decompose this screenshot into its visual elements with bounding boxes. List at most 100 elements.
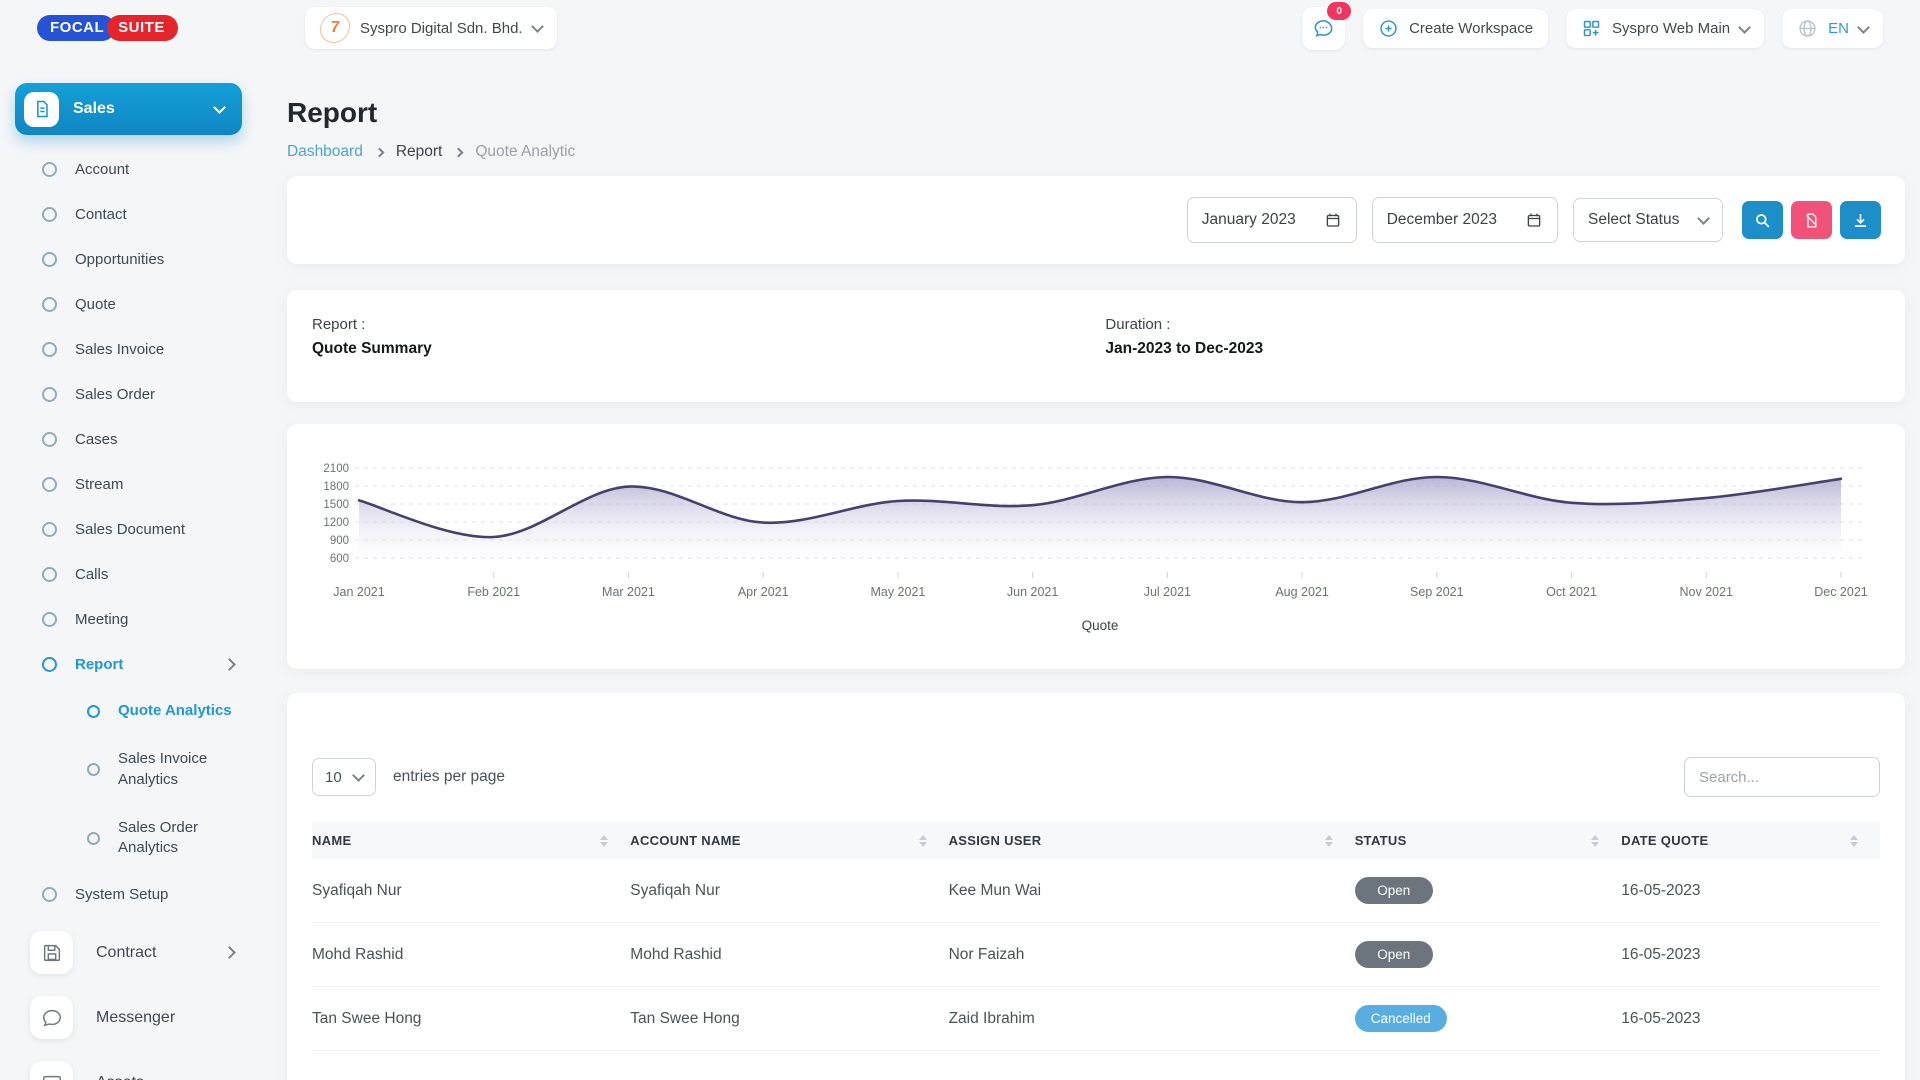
chevron-right-icon: [223, 658, 236, 671]
quote-area-chart: 6009001200150018002100Jan 2021Feb 2021Ma…: [301, 438, 1885, 663]
breadcrumb: Dashboard Report Quote Analytic: [287, 143, 1905, 161]
cell-date-quote: 16-05-2023: [1621, 923, 1880, 987]
column-header-name[interactable]: NAME: [312, 822, 630, 859]
status-badge: Cancelled: [1355, 1005, 1447, 1032]
contract-icon: [30, 931, 73, 974]
logo-suite: SUITE: [107, 15, 178, 41]
sidebar-item-label: Assets: [96, 1074, 144, 1080]
chevron-down-icon: [531, 20, 544, 33]
cell-account: Syafiqah Nur: [630, 859, 948, 923]
chevron-right-icon: [374, 147, 384, 157]
bullet-icon: [87, 832, 100, 845]
table-row[interactable]: Mohd Rashid Mohd Rashid Nor Faizah Open …: [312, 923, 1880, 987]
create-workspace-label: Create Workspace: [1409, 20, 1533, 37]
sidebar-item-label: Report: [75, 656, 123, 673]
sidebar: Sales Account Contact Opportunities Quot…: [0, 57, 262, 1080]
sidebar-item-system-setup[interactable]: System Setup: [15, 872, 262, 917]
chevron-down-icon: [213, 101, 226, 114]
sidebar-item-sales-order-analytics[interactable]: Sales Order Analytics: [15, 804, 262, 873]
sidebar-item-label: Quote: [75, 296, 116, 313]
entries-per-page-label: entries per page: [393, 768, 505, 786]
sort-icon: [919, 835, 927, 847]
svg-text:1800: 1800: [323, 481, 349, 493]
sidebar-item-assets[interactable]: Assets: [15, 1053, 262, 1080]
duration-value: Jan-2023 to Dec-2023: [1105, 340, 1898, 358]
clear-filter-button[interactable]: [1791, 201, 1832, 239]
svg-text:Jul 2021: Jul 2021: [1144, 585, 1191, 599]
table-row[interactable]: Tan Swee Hong Tan Swee Hong Zaid Ibrahim…: [312, 987, 1880, 1051]
svg-text:2100: 2100: [323, 463, 349, 475]
quote-table-panel: 10 entries per page NAME ACCOUNT NAME AS…: [287, 693, 1905, 1080]
column-header-status[interactable]: STATUS: [1355, 822, 1622, 859]
sidebar-item-sales-invoice-analytics[interactable]: Sales Invoice Analytics: [15, 735, 262, 804]
breadcrumb-dashboard[interactable]: Dashboard: [287, 143, 363, 161]
sidebar-item-sales-document[interactable]: Sales Document: [15, 507, 262, 552]
search-input[interactable]: [1684, 757, 1880, 797]
sidebar-item-label: Sales Invoice Analytics: [118, 749, 234, 790]
create-workspace-button[interactable]: Create Workspace: [1363, 9, 1548, 48]
workspace-selector[interactable]: 7 Syspro Digital Sdn. Bhd.: [305, 7, 557, 49]
language-selector[interactable]: EN: [1782, 9, 1883, 48]
search-icon: [1753, 211, 1772, 230]
date-from-input[interactable]: January 2023: [1187, 197, 1357, 243]
download-icon: [1851, 211, 1870, 230]
messenger-icon: [30, 996, 73, 1039]
sidebar-item-sales-order[interactable]: Sales Order: [15, 372, 262, 417]
sidebar-item-contract[interactable]: Contract: [15, 923, 262, 982]
sidebar-item-contact[interactable]: Contact: [15, 192, 262, 237]
sidebar-item-sales-invoice[interactable]: Sales Invoice: [15, 327, 262, 372]
column-header-account-name[interactable]: ACCOUNT NAME: [630, 822, 948, 859]
svg-text:900: 900: [330, 535, 349, 547]
entries-per-page-value: 10: [325, 769, 342, 786]
sidebar-item-messenger[interactable]: Messenger: [15, 988, 262, 1047]
sidebar-item-report[interactable]: Report: [15, 642, 262, 687]
workspace-name: Syspro Digital Sdn. Bhd.: [360, 20, 523, 37]
calendar-icon: [1525, 211, 1543, 229]
svg-text:Jan 2021: Jan 2021: [333, 585, 384, 599]
report-label: Report :: [312, 316, 1105, 333]
bullet-icon: [42, 252, 57, 267]
filter-panel: January 2023 December 2023 Select Status: [287, 176, 1905, 264]
chat-button[interactable]: 0: [1302, 7, 1345, 50]
column-header-date-quote[interactable]: DATE QUOTE: [1621, 822, 1880, 859]
column-header-assign-user[interactable]: ASSIGN USER: [949, 822, 1355, 859]
notification-badge: 0: [1327, 2, 1351, 20]
svg-text:Aug 2021: Aug 2021: [1275, 585, 1329, 599]
svg-text:Nov 2021: Nov 2021: [1680, 585, 1734, 599]
sidebar-item-label: Sales: [73, 100, 115, 118]
quotes-table: NAME ACCOUNT NAME ASSIGN USER STATUS DAT…: [312, 822, 1880, 1051]
sidebar-item-label: Quote Analytics: [118, 701, 234, 721]
status-badge: Open: [1355, 941, 1433, 968]
sidebar-item-account[interactable]: Account: [15, 147, 262, 192]
sidebar-item-quote[interactable]: Quote: [15, 282, 262, 327]
search-button[interactable]: [1742, 201, 1783, 239]
svg-text:600: 600: [330, 553, 349, 565]
entries-per-page-select[interactable]: 10: [312, 758, 376, 796]
svg-text:Feb 2021: Feb 2021: [467, 585, 520, 599]
bullet-icon: [42, 522, 57, 537]
date-to-input[interactable]: December 2023: [1372, 197, 1558, 243]
plus-circle-icon: [1378, 18, 1399, 39]
breadcrumb-report[interactable]: Report: [396, 143, 443, 161]
bullet-icon: [87, 763, 100, 776]
app-logo[interactable]: FOCAL SUITE: [37, 15, 178, 41]
status-select[interactable]: Select Status: [1573, 198, 1723, 242]
sidebar-item-stream[interactable]: Stream: [15, 462, 262, 507]
breadcrumb-quote-analytic: Quote Analytic: [475, 143, 575, 161]
sidebar-item-sales[interactable]: Sales: [15, 83, 242, 135]
assets-icon: [30, 1061, 73, 1080]
sidebar-item-quote-analytics[interactable]: Quote Analytics: [15, 687, 262, 735]
sidebar-item-label: System Setup: [75, 886, 168, 903]
sidebar-item-cases[interactable]: Cases: [15, 417, 262, 462]
sidebar-item-meeting[interactable]: Meeting: [15, 597, 262, 642]
sidebar-item-opportunities[interactable]: Opportunities: [15, 237, 262, 282]
sidebar-item-label: Opportunities: [75, 251, 164, 268]
topbar: FOCAL SUITE 7 Syspro Digital Sdn. Bhd. 0…: [0, 0, 1920, 57]
quote-chart-panel: 6009001200150018002100Jan 2021Feb 2021Ma…: [287, 424, 1905, 669]
table-row[interactable]: Syafiqah Nur Syafiqah Nur Kee Mun Wai Op…: [312, 859, 1880, 923]
sidebar-item-calls[interactable]: Calls: [15, 552, 262, 597]
app-selector[interactable]: Syspro Web Main: [1566, 9, 1764, 48]
download-button[interactable]: [1840, 201, 1881, 239]
clear-file-icon: [1803, 212, 1820, 229]
main-content: Report Dashboard Report Quote Analytic J…: [287, 57, 1905, 1080]
